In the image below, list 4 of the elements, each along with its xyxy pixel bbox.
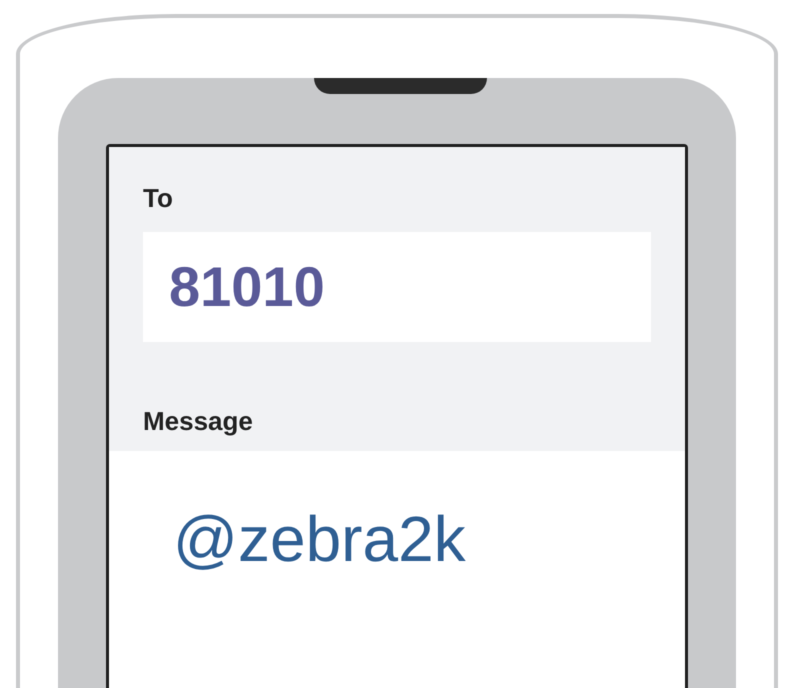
message-field[interactable]: @zebra2k (109, 451, 685, 627)
recipient-field[interactable]: 81010 (143, 232, 651, 342)
message-label: Message (143, 405, 254, 438)
to-label: To (143, 182, 174, 215)
